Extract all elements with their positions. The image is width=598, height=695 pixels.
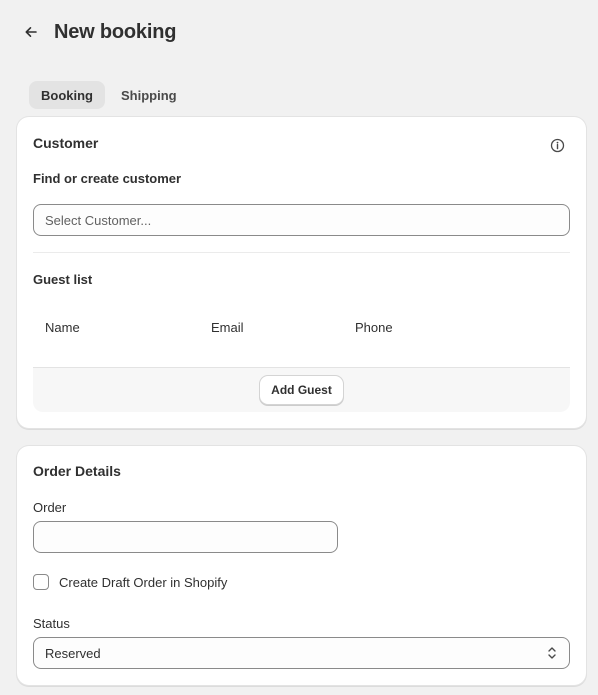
status-select[interactable]: Reserved [33,637,570,669]
order-details-title: Order Details [33,463,121,479]
draft-order-checkbox-row[interactable]: Create Draft Order in Shopify [33,574,227,590]
status-select-value: Reserved [45,645,101,661]
page-title: New booking [54,20,177,43]
column-header-email[interactable]: Email [211,320,244,335]
back-button[interactable] [20,21,42,43]
order-details-card: Order Details Order Create Draft Order i… [17,446,586,685]
guest-list-footer: Add Guest [33,367,570,412]
chevron-up-down-icon [548,647,556,659]
draft-order-checkbox[interactable] [33,574,49,590]
column-header-phone[interactable]: Phone [355,320,393,335]
order-input[interactable] [33,521,338,553]
status-label: Status [33,616,70,631]
add-guest-button[interactable]: Add Guest [260,376,343,404]
customer-divider [33,252,570,253]
page-header: New booking [20,18,176,46]
tab-shipping[interactable]: Shipping [109,81,189,109]
draft-order-checkbox-label[interactable]: Create Draft Order in Shopify [59,575,227,590]
info-icon [550,138,565,153]
find-customer-label: Find or create customer [33,171,182,186]
tab-bar: Booking Shipping [29,81,189,109]
customer-select-input[interactable] [33,204,570,236]
guest-list-title: Guest list [33,272,93,287]
customer-card-title: Customer [33,135,99,151]
order-label: Order [33,500,67,515]
column-header-name[interactable]: Name [45,320,80,335]
arrow-left-icon [25,27,37,37]
info-button[interactable] [550,138,565,153]
customer-card: Customer Find or create customer Guest l… [17,117,586,428]
tab-booking[interactable]: Booking [29,81,105,109]
